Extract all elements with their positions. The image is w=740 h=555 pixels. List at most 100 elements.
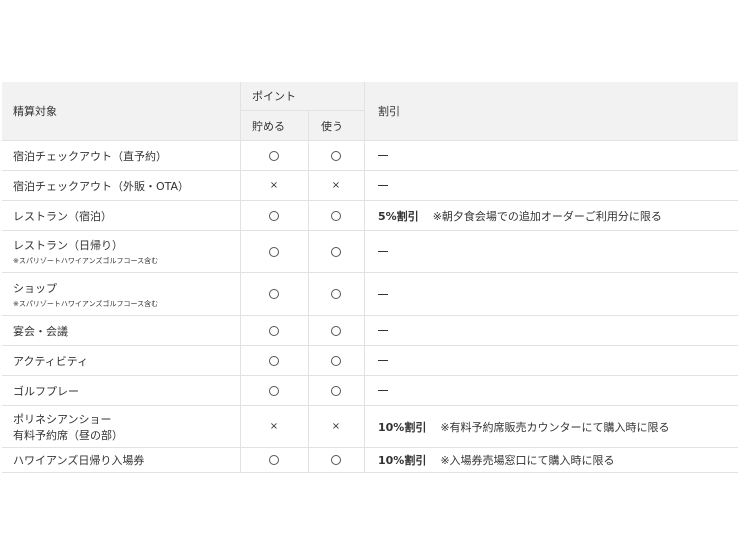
header-target: 精算対象	[2, 82, 240, 141]
discount-rate: 10%割引	[378, 420, 427, 434]
row-name: レストラン（宿泊）	[13, 209, 112, 223]
dash-icon	[378, 360, 388, 361]
dash-icon	[378, 185, 388, 186]
cross-icon: ×	[269, 180, 279, 191]
row-note: ※スパリゾートハワイアンズゴルフコース含む	[13, 299, 159, 308]
row-target: 宿泊チェックアウト（外販・OTA）	[2, 171, 240, 201]
row-use	[308, 376, 364, 406]
circle-icon	[269, 325, 279, 336]
discount-note: ※有料予約席販売カウンターにて購入時に限る	[440, 420, 670, 434]
circle-icon	[269, 246, 279, 257]
cross-icon: ×	[269, 421, 279, 432]
row-target: レストラン（日帰り） ※スパリゾートハワイアンズゴルフコース含む	[2, 231, 240, 273]
cross-icon: ×	[331, 421, 341, 432]
header-target-label: 精算対象	[13, 105, 57, 118]
header-save: 貯める	[240, 111, 308, 141]
row-use	[308, 201, 364, 231]
row-name-block: ポリネシアンショー 有料予約席（昼の部）	[13, 411, 123, 443]
circle-icon	[269, 455, 279, 465]
header-discount-label: 割引	[378, 105, 400, 118]
row-name-block: 宿泊チェックアウト（直予約）	[13, 148, 167, 164]
row-name-block: レストラン（日帰り） ※スパリゾートハワイアンズゴルフコース含む	[13, 237, 158, 266]
row-name: レストラン（日帰り）	[13, 239, 123, 252]
row-save: ×	[240, 406, 308, 448]
row-save	[240, 273, 308, 316]
row-target: レストラン（宿泊）	[2, 201, 240, 231]
row-use: ×	[308, 171, 364, 201]
header-points-label: ポイント	[252, 90, 296, 103]
row-use	[308, 231, 364, 273]
row-discount: 10%割引 ※入場券売場窓口にて購入時に限る	[364, 448, 738, 473]
header-save-label: 貯める	[252, 119, 285, 133]
row-name-block: 宿泊チェックアウト（外販・OTA）	[13, 178, 189, 194]
row-name: 宿泊チェックアウト（直予約）	[13, 149, 167, 163]
row-discount	[364, 273, 738, 316]
circle-icon	[269, 355, 279, 366]
header-points: ポイント	[240, 82, 364, 111]
row-discount	[364, 346, 738, 376]
row-note: ※スパリゾートハワイアンズゴルフコース含む	[13, 257, 159, 265]
row-name: ゴルフプレー	[13, 384, 79, 398]
circle-icon	[331, 325, 341, 336]
row-name-block: ゴルフプレー	[13, 383, 79, 399]
row-name: アクティビティ	[13, 354, 89, 368]
row-save	[240, 141, 308, 171]
row-discount	[364, 316, 738, 346]
circle-icon	[331, 355, 341, 366]
circle-icon	[331, 246, 341, 257]
cross-icon: ×	[331, 180, 341, 191]
row-name: ハワイアンズ日帰り入場券	[13, 454, 145, 467]
row-use	[308, 346, 364, 376]
header-discount: 割引	[364, 82, 738, 141]
dash-icon	[378, 330, 388, 331]
circle-icon	[331, 385, 341, 396]
circle-icon	[269, 289, 279, 299]
row-name-block: レストラン（宿泊）	[13, 208, 112, 224]
row-target: ゴルフプレー	[2, 376, 240, 406]
discount-note: ※入場券売場窓口にて購入時に限る	[440, 454, 615, 467]
row-save	[240, 376, 308, 406]
row-name: 宿泊チェックアウト（外販・OTA）	[13, 179, 190, 193]
row-save	[240, 346, 308, 376]
circle-icon	[331, 210, 341, 221]
discount-rate: 5%割引	[378, 209, 419, 223]
dash-icon	[378, 293, 388, 295]
circle-icon	[269, 385, 279, 396]
circle-icon	[331, 150, 341, 161]
header-use-label: 使う	[321, 119, 343, 133]
circle-icon	[269, 150, 279, 161]
row-use	[308, 316, 364, 346]
row-discount	[364, 231, 738, 273]
row-save	[240, 448, 308, 473]
row-discount	[364, 376, 738, 406]
row-name: ポリネシアンショー	[13, 412, 112, 426]
row-target: 宿泊チェックアウト（直予約）	[2, 141, 240, 171]
row-name: ショップ	[13, 281, 57, 295]
dash-icon	[378, 155, 388, 156]
points-table: 精算対象 ポイント 貯める 使う 割引 宿泊チェックアウト（直予約） 宿泊チェック…	[2, 82, 738, 473]
row-discount: 10%割引 ※有料予約席販売カウンターにて購入時に限る	[364, 406, 738, 448]
row-name-block: ハワイアンズ日帰り入場券	[13, 452, 144, 468]
row-save	[240, 231, 308, 273]
row-use	[308, 273, 364, 316]
row-use	[308, 141, 364, 171]
discount-note: ※朝夕食会場での追加オーダーご利用分に限る	[432, 209, 662, 223]
dash-icon	[378, 390, 388, 391]
row-target: ポリネシアンショー 有料予約席（昼の部）	[2, 406, 240, 448]
row-target: アクティビティ	[2, 346, 240, 376]
row-name-block: ショップ ※スパリゾートハワイアンズゴルフコース含む	[13, 280, 158, 309]
row-target: 宴会・会議	[2, 316, 240, 346]
row-use	[308, 448, 364, 473]
row-save	[240, 316, 308, 346]
row-discount	[364, 141, 738, 171]
row-name: 有料予約席（昼の部）	[13, 428, 123, 442]
circle-icon	[331, 289, 341, 299]
row-name-block: アクティビティ	[13, 353, 88, 369]
row-target: ハワイアンズ日帰り入場券	[2, 448, 240, 473]
row-name-block: 宴会・会議	[13, 323, 68, 339]
row-target: ショップ ※スパリゾートハワイアンズゴルフコース含む	[2, 273, 240, 316]
row-save	[240, 201, 308, 231]
dash-icon	[378, 251, 388, 252]
row-discount: 5%割引 ※朝夕食会場での追加オーダーご利用分に限る	[364, 201, 738, 231]
row-discount	[364, 171, 738, 201]
